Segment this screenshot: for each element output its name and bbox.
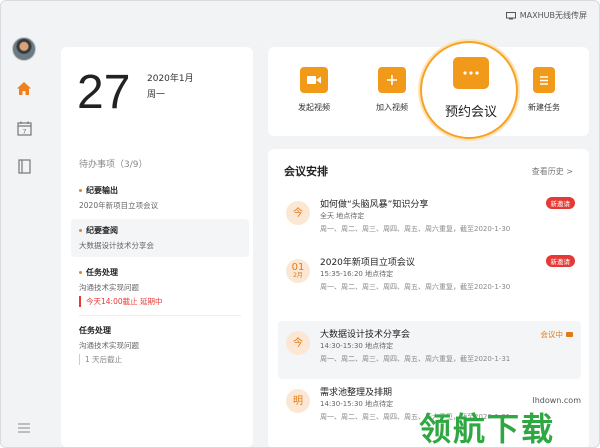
new-task-label: 新建任务 <box>528 103 560 112</box>
todo-title: 待办事项（3/9） <box>79 160 148 170</box>
meeting-month: 2月 <box>293 272 303 280</box>
book-meeting-label: 预约会议 <box>444 105 497 120</box>
home-icon[interactable] <box>15 79 33 97</box>
book-meeting-button[interactable]: 预约会议 <box>420 41 518 139</box>
meeting-repeat: 周一、周二、周三、周四、周五、周六重复，截至2020-1-30 <box>320 283 511 291</box>
meeting-schedule-title: 会议安排 <box>284 165 328 178</box>
camera-icon <box>566 332 573 337</box>
todo-item-title: 任务处理 <box>79 326 111 335</box>
todo-item-title: 纪要输出 <box>86 186 118 195</box>
meeting-repeat: 周一、周二、周三、周四、周五、周六重复，截至2020-1-30 <box>320 225 511 233</box>
quick-actions: 发起视频 加入视频 预约会议 新建任务 <box>268 41 589 139</box>
sidebar: 7 <box>1 1 47 447</box>
start-video-button[interactable]: 发起视频 <box>286 67 342 113</box>
todo-panel: 27 2020年1月 周一 待办事项（3/9） 纪要输出 2020年新项目立项会… <box>61 47 253 447</box>
new-invite-badge: 新邀请 <box>545 197 575 209</box>
meeting-day: 今 <box>293 337 303 349</box>
calendar-dots-icon <box>453 57 489 89</box>
date-day: 27 <box>77 66 131 119</box>
todo-item-sub: 2020年新项目立项会议 <box>79 201 159 210</box>
meeting-day-badge: 01 2月 <box>286 259 310 283</box>
task-list-icon <box>533 67 555 93</box>
todo-item-title: 纪要查阅 <box>86 226 118 235</box>
meeting-item[interactable]: 今 大数据设计技术分享会 14:30-15:30 地点待定 周一、周二、周三、周… <box>278 321 581 379</box>
monitor-icon <box>505 11 516 19</box>
meeting-time: 14:30-15:30 地点待定 <box>320 400 394 408</box>
meeting-name: 2020年新项目立项会议 <box>320 258 415 268</box>
meeting-day: 今 <box>293 207 303 219</box>
meeting-repeat: 周一、周二、周三、周四、周五、周六重复，截至2020-1-31 <box>320 355 511 363</box>
video-camera-icon <box>300 67 328 93</box>
todo-item-title: 任务处理 <box>86 268 118 277</box>
meeting-day-badge: 今 <box>286 331 310 355</box>
todo-item-sub: 大数据设计技术分享会 <box>79 241 154 250</box>
meeting-item[interactable]: 01 2月 2020年新项目立项会议 15:35-16:20 地点待定 周一、周二… <box>278 249 581 307</box>
screen-cast-label: MAXHUB无线传屏 <box>519 11 587 20</box>
meeting-day-badge: 今 <box>286 201 310 225</box>
todo-item[interactable]: 任务处理 沟通技术实现问题 今天14:00截止 延期中 <box>71 261 249 313</box>
todo-item-deadline: 1 天后截止 <box>79 354 241 365</box>
meeting-name: 如何做“头脑风暴”知识分享 <box>320 200 429 210</box>
new-invite-badge: 新邀请 <box>545 255 575 267</box>
watermark-logo: 领航下载 <box>419 410 556 448</box>
app-window: MAXHUB无线传屏 7 27 2020年1月 周一 待办事项（3/9） 纪要输… <box>0 0 600 448</box>
meeting-day-badge: 明 <box>286 389 310 413</box>
todo-item[interactable]: 纪要查阅 大数据设计技术分享会 <box>71 219 249 257</box>
title-bar: MAXHUB无线传屏 <box>1 1 599 31</box>
menu-icon[interactable] <box>15 419 33 437</box>
join-video-label: 加入视频 <box>376 103 408 112</box>
meeting-name: 大数据设计技术分享会 <box>320 330 411 340</box>
avatar[interactable] <box>12 37 36 61</box>
todo-item[interactable]: 任务处理 沟通技术实现问题 1 天后截止 <box>71 319 249 371</box>
todo-item-sub: 沟通技术实现问题 <box>79 283 139 292</box>
divider <box>79 315 241 316</box>
todo-item-deadline: 今天14:00截止 延期中 <box>79 296 241 307</box>
meeting-time: 15:35-16:20 地点待定 <box>320 270 394 278</box>
new-task-button[interactable]: 新建任务 <box>516 67 572 113</box>
view-history-link[interactable]: 查看历史 > <box>532 166 573 177</box>
meeting-time: 14:30-15:30 地点待定 <box>320 342 394 350</box>
date-weekday: 周一 <box>147 90 166 100</box>
in-meeting-status: 会议中 <box>540 329 573 340</box>
todo-item-sub: 沟通技术实现问题 <box>79 341 139 350</box>
meeting-day: 明 <box>293 395 303 407</box>
meeting-item[interactable]: 今 如何做“头脑风暴”知识分享 全天 地点待定 周一、周二、周三、周四、周五、周… <box>278 191 581 249</box>
screen-cast-button[interactable]: MAXHUB无线传屏 <box>505 10 587 21</box>
in-meeting-label: 会议中 <box>540 330 564 339</box>
meeting-time: 全天 地点待定 <box>320 212 365 220</box>
join-video-button[interactable]: 加入视频 <box>364 67 420 113</box>
start-video-label: 发起视频 <box>298 103 330 112</box>
date-year-month: 2020年1月 <box>147 74 194 84</box>
plus-icon <box>378 67 406 93</box>
meeting-name: 需求池整理及排期 <box>320 388 393 398</box>
calendar-day-number: 7 <box>22 127 26 135</box>
todo-item[interactable]: 纪要输出 2020年新项目立项会议 <box>71 179 249 217</box>
calendar-icon[interactable]: 7 <box>15 119 33 137</box>
notebook-icon[interactable] <box>15 157 33 175</box>
